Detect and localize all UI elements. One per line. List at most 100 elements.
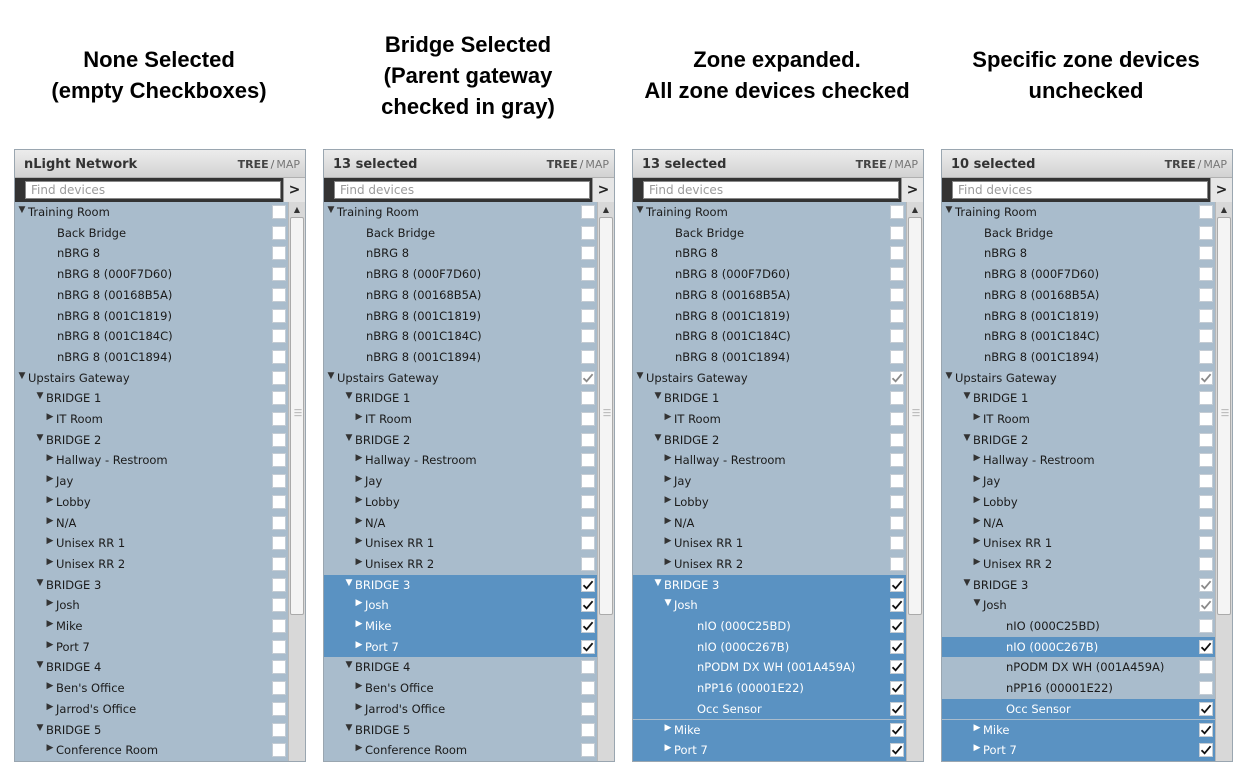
row-checkbox[interactable]: [581, 619, 595, 633]
tree-row[interactable]: nBRG 8: [324, 243, 614, 264]
row-checkbox[interactable]: [272, 536, 286, 551]
row-checkbox[interactable]: [581, 639, 595, 654]
collapsed-triangle-icon[interactable]: ▶: [663, 412, 673, 422]
row-checkbox[interactable]: [581, 660, 595, 675]
scroll-thumb[interactable]: — — —: [908, 217, 922, 615]
row-checkbox[interactable]: [890, 391, 904, 406]
find-devices-input[interactable]: [25, 181, 281, 199]
tree-view-link[interactable]: TREE: [1165, 158, 1196, 171]
map-view-link[interactable]: MAP: [276, 158, 300, 171]
row-checkbox[interactable]: [581, 329, 595, 344]
collapsed-triangle-icon[interactable]: ▶: [663, 557, 673, 567]
tree-row[interactable]: ▶ IT Room: [324, 409, 614, 430]
collapsed-triangle-icon[interactable]: ▶: [354, 412, 364, 422]
row-checkbox[interactable]: [581, 205, 595, 219]
tree-row[interactable]: ▶ Jay: [324, 471, 614, 492]
row-checkbox[interactable]: [1199, 681, 1213, 696]
collapsed-triangle-icon[interactable]: ▶: [45, 474, 55, 484]
row-checkbox[interactable]: [1199, 370, 1213, 385]
row-checkbox[interactable]: [272, 453, 286, 468]
row-checkbox[interactable]: [890, 598, 904, 613]
row-checkbox[interactable]: [272, 246, 286, 261]
tree-row[interactable]: ▶ Mike: [942, 719, 1232, 741]
collapsed-triangle-icon[interactable]: ▶: [354, 557, 364, 567]
tree-row[interactable]: ▶ Jay: [15, 471, 305, 492]
find-devices-input[interactable]: [643, 181, 899, 199]
tree-row[interactable]: ▶ IT Room: [15, 409, 305, 430]
tree-row[interactable]: ▶ Unisex RR 1: [633, 533, 923, 554]
row-checkbox[interactable]: [1199, 308, 1213, 323]
row-checkbox[interactable]: [272, 349, 286, 364]
row-checkbox[interactable]: [890, 639, 904, 654]
collapsed-triangle-icon[interactable]: ▶: [972, 743, 982, 753]
collapsed-triangle-icon[interactable]: ▶: [45, 453, 55, 463]
scroll-thumb[interactable]: — — —: [1217, 217, 1231, 615]
row-checkbox[interactable]: [1199, 701, 1213, 716]
map-view-link[interactable]: MAP: [585, 158, 609, 171]
tree-row[interactable]: Back Bridge: [942, 223, 1232, 244]
expanded-triangle-icon[interactable]: ▼: [944, 371, 954, 381]
row-checkbox[interactable]: [581, 432, 595, 447]
tree-row[interactable]: nBRG 8 (000F7D60): [15, 264, 305, 285]
expanded-triangle-icon[interactable]: ▼: [962, 391, 972, 401]
row-checkbox[interactable]: [272, 619, 286, 633]
row-checkbox[interactable]: [272, 225, 286, 240]
row-checkbox[interactable]: [1199, 349, 1213, 364]
expanded-triangle-icon[interactable]: ▼: [944, 205, 954, 215]
tree-row[interactable]: nBRG 8 (001C1894): [15, 347, 305, 368]
tree-row[interactable]: ▼ Upstairs Gateway: [942, 368, 1232, 389]
collapsed-triangle-icon[interactable]: ▶: [354, 453, 364, 463]
tree-row[interactable]: nBRG 8 (001C1894): [942, 347, 1232, 368]
expanded-triangle-icon[interactable]: ▼: [17, 205, 27, 215]
row-checkbox[interactable]: [581, 267, 595, 282]
expanded-triangle-icon[interactable]: ▼: [35, 391, 45, 401]
tree-row[interactable]: ▶ Jarrod's Office: [324, 699, 614, 720]
row-checkbox[interactable]: [581, 474, 595, 489]
tree-row[interactable]: ▶ Lobby: [942, 492, 1232, 513]
tree-row[interactable]: nBRG 8 (001C1819): [15, 306, 305, 327]
tree-row[interactable]: ▶ Jarrod's Office: [15, 699, 305, 720]
expanded-triangle-icon[interactable]: ▼: [663, 598, 673, 608]
row-checkbox[interactable]: [890, 743, 904, 758]
tree-row[interactable]: ▶ Unisex RR 1: [324, 533, 614, 554]
tree-row[interactable]: ▼ Training Room: [15, 202, 305, 223]
row-checkbox[interactable]: [890, 412, 904, 426]
row-checkbox[interactable]: [581, 515, 595, 530]
tree-row[interactable]: nPODM DX WH (001A459A): [633, 657, 923, 679]
scroll-up-arrow-icon[interactable]: ▲: [289, 202, 305, 216]
collapsed-triangle-icon[interactable]: ▶: [663, 495, 673, 505]
row-checkbox[interactable]: [890, 681, 904, 696]
row-checkbox[interactable]: [890, 370, 904, 385]
tree-row[interactable]: ▶ Conference Room: [324, 740, 614, 761]
tree-row[interactable]: ▼ BRIDGE 1: [15, 388, 305, 409]
collapsed-triangle-icon[interactable]: ▶: [663, 516, 673, 526]
tree-row[interactable]: nBRG 8 (001C1819): [942, 306, 1232, 327]
expanded-triangle-icon[interactable]: ▼: [635, 371, 645, 381]
tree-row[interactable]: ▼ Upstairs Gateway: [324, 368, 614, 389]
tree-row[interactable]: ▶ N/A: [942, 513, 1232, 534]
expanded-triangle-icon[interactable]: ▼: [653, 391, 663, 401]
row-checkbox[interactable]: [272, 701, 286, 716]
tree-row[interactable]: ▶ Josh: [324, 595, 614, 616]
row-checkbox[interactable]: [1199, 267, 1213, 282]
row-checkbox[interactable]: [272, 556, 286, 571]
expanded-triangle-icon[interactable]: ▼: [35, 723, 45, 733]
tree-row[interactable]: nPODM DX WH (001A459A): [942, 657, 1232, 678]
row-checkbox[interactable]: [890, 205, 904, 219]
row-checkbox[interactable]: [1199, 515, 1213, 530]
row-checkbox[interactable]: [1199, 722, 1213, 737]
expanded-triangle-icon[interactable]: ▼: [635, 205, 645, 215]
collapsed-triangle-icon[interactable]: ▶: [45, 681, 55, 691]
row-checkbox[interactable]: [272, 743, 286, 758]
expanded-triangle-icon[interactable]: ▼: [326, 371, 336, 381]
row-checkbox[interactable]: [1199, 391, 1213, 406]
tree-row[interactable]: Back Bridge: [324, 223, 614, 244]
row-checkbox[interactable]: [272, 515, 286, 530]
tree-row[interactable]: nBRG 8: [15, 243, 305, 264]
row-checkbox[interactable]: [890, 267, 904, 282]
tree-row[interactable]: nBRG 8 (000F7D60): [633, 264, 923, 285]
tree-row[interactable]: ▶ Conference Room: [15, 740, 305, 761]
tree-row[interactable]: ▼ Josh: [942, 595, 1232, 616]
collapsed-triangle-icon[interactable]: ▶: [972, 723, 982, 733]
row-checkbox[interactable]: [272, 205, 286, 219]
